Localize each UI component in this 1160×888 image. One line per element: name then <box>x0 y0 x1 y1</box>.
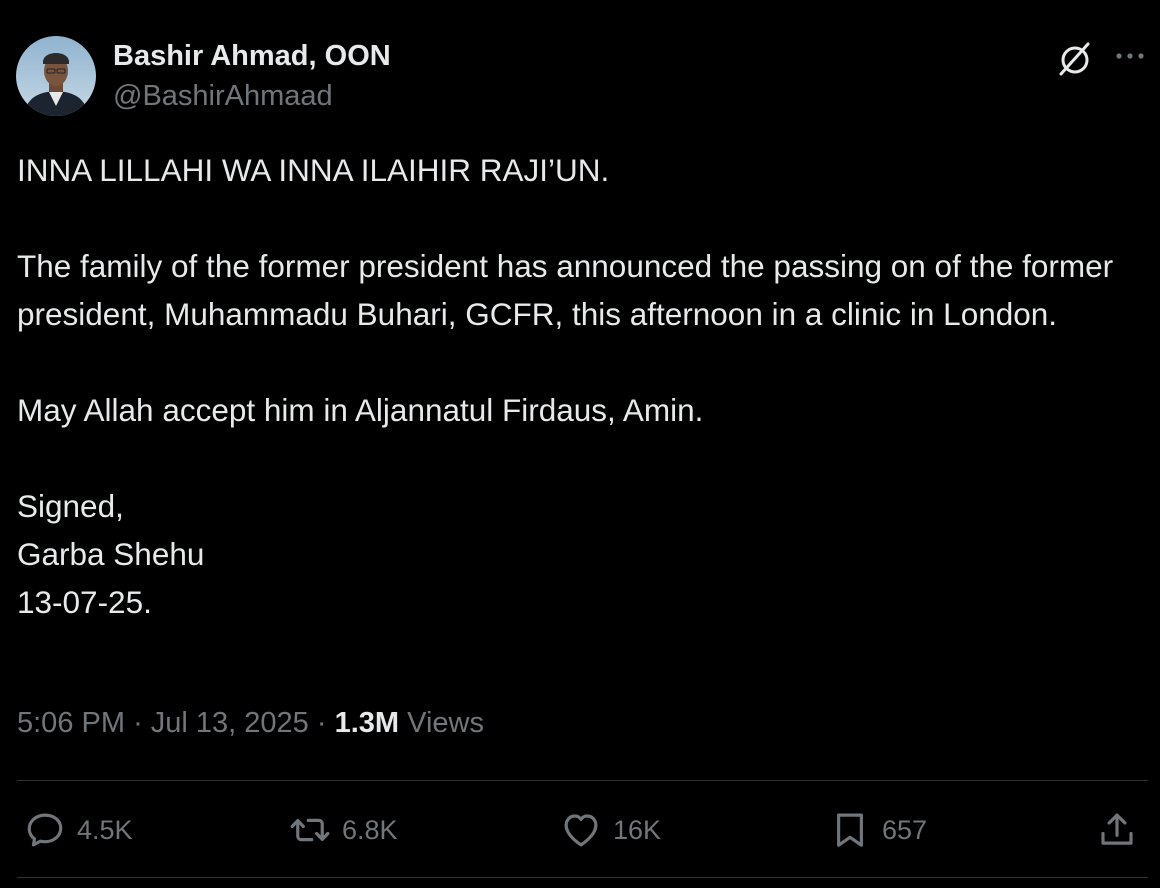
views-label: Views <box>407 707 484 739</box>
more-icon[interactable] <box>1112 38 1148 74</box>
tweet-paragraph: Signed, Garba Shehu 13-07-25. <box>17 488 205 620</box>
grok-icon[interactable] <box>1055 38 1095 78</box>
tweet-meta: 5:06 PM · Jul 13, 2025 · 1.3M Views <box>17 707 484 740</box>
meta-separator: · <box>316 707 327 739</box>
tweet-date[interactable]: Jul 13, 2025 <box>151 707 309 739</box>
avatar-photo <box>16 36 96 116</box>
repost-count: 6.8K <box>342 814 398 845</box>
divider <box>17 780 1148 781</box>
repost-icon <box>290 818 330 842</box>
tweet-text: INNA LILLAHI WA INNA ILAIHIR RAJI’UN. Th… <box>17 146 1142 626</box>
bookmark-button[interactable]: 657 <box>829 808 927 852</box>
tweet-paragraph: The family of the former president has a… <box>17 248 1114 332</box>
like-count: 16K <box>613 814 662 845</box>
avatar[interactable] <box>16 36 96 116</box>
reply-count: 4.5K <box>77 814 133 845</box>
reply-button[interactable]: 4.5K <box>24 808 133 852</box>
tweet-paragraph: INNA LILLAHI WA INNA ILAIHIR RAJI’UN. <box>17 152 610 188</box>
views-count[interactable]: 1.3M <box>335 707 399 739</box>
repost-button[interactable]: 6.8K <box>289 808 398 852</box>
share-button[interactable] <box>1096 808 1138 852</box>
user-handle[interactable]: @BashirAhmaad <box>113 80 333 113</box>
divider <box>17 877 1148 878</box>
share-icon <box>1101 813 1133 845</box>
meta-separator: · <box>133 707 143 739</box>
bookmark-count: 657 <box>882 814 928 845</box>
heart-icon <box>564 814 598 847</box>
tweet-paragraph: May Allah accept him in Aljannatul Firda… <box>17 392 704 428</box>
display-name[interactable]: Bashir Ahmad, OON <box>113 40 391 73</box>
like-button[interactable]: 16K <box>560 808 661 852</box>
tweet-time[interactable]: 5:06 PM <box>17 707 125 739</box>
bookmark-icon <box>837 813 863 847</box>
reply-icon <box>27 813 63 847</box>
